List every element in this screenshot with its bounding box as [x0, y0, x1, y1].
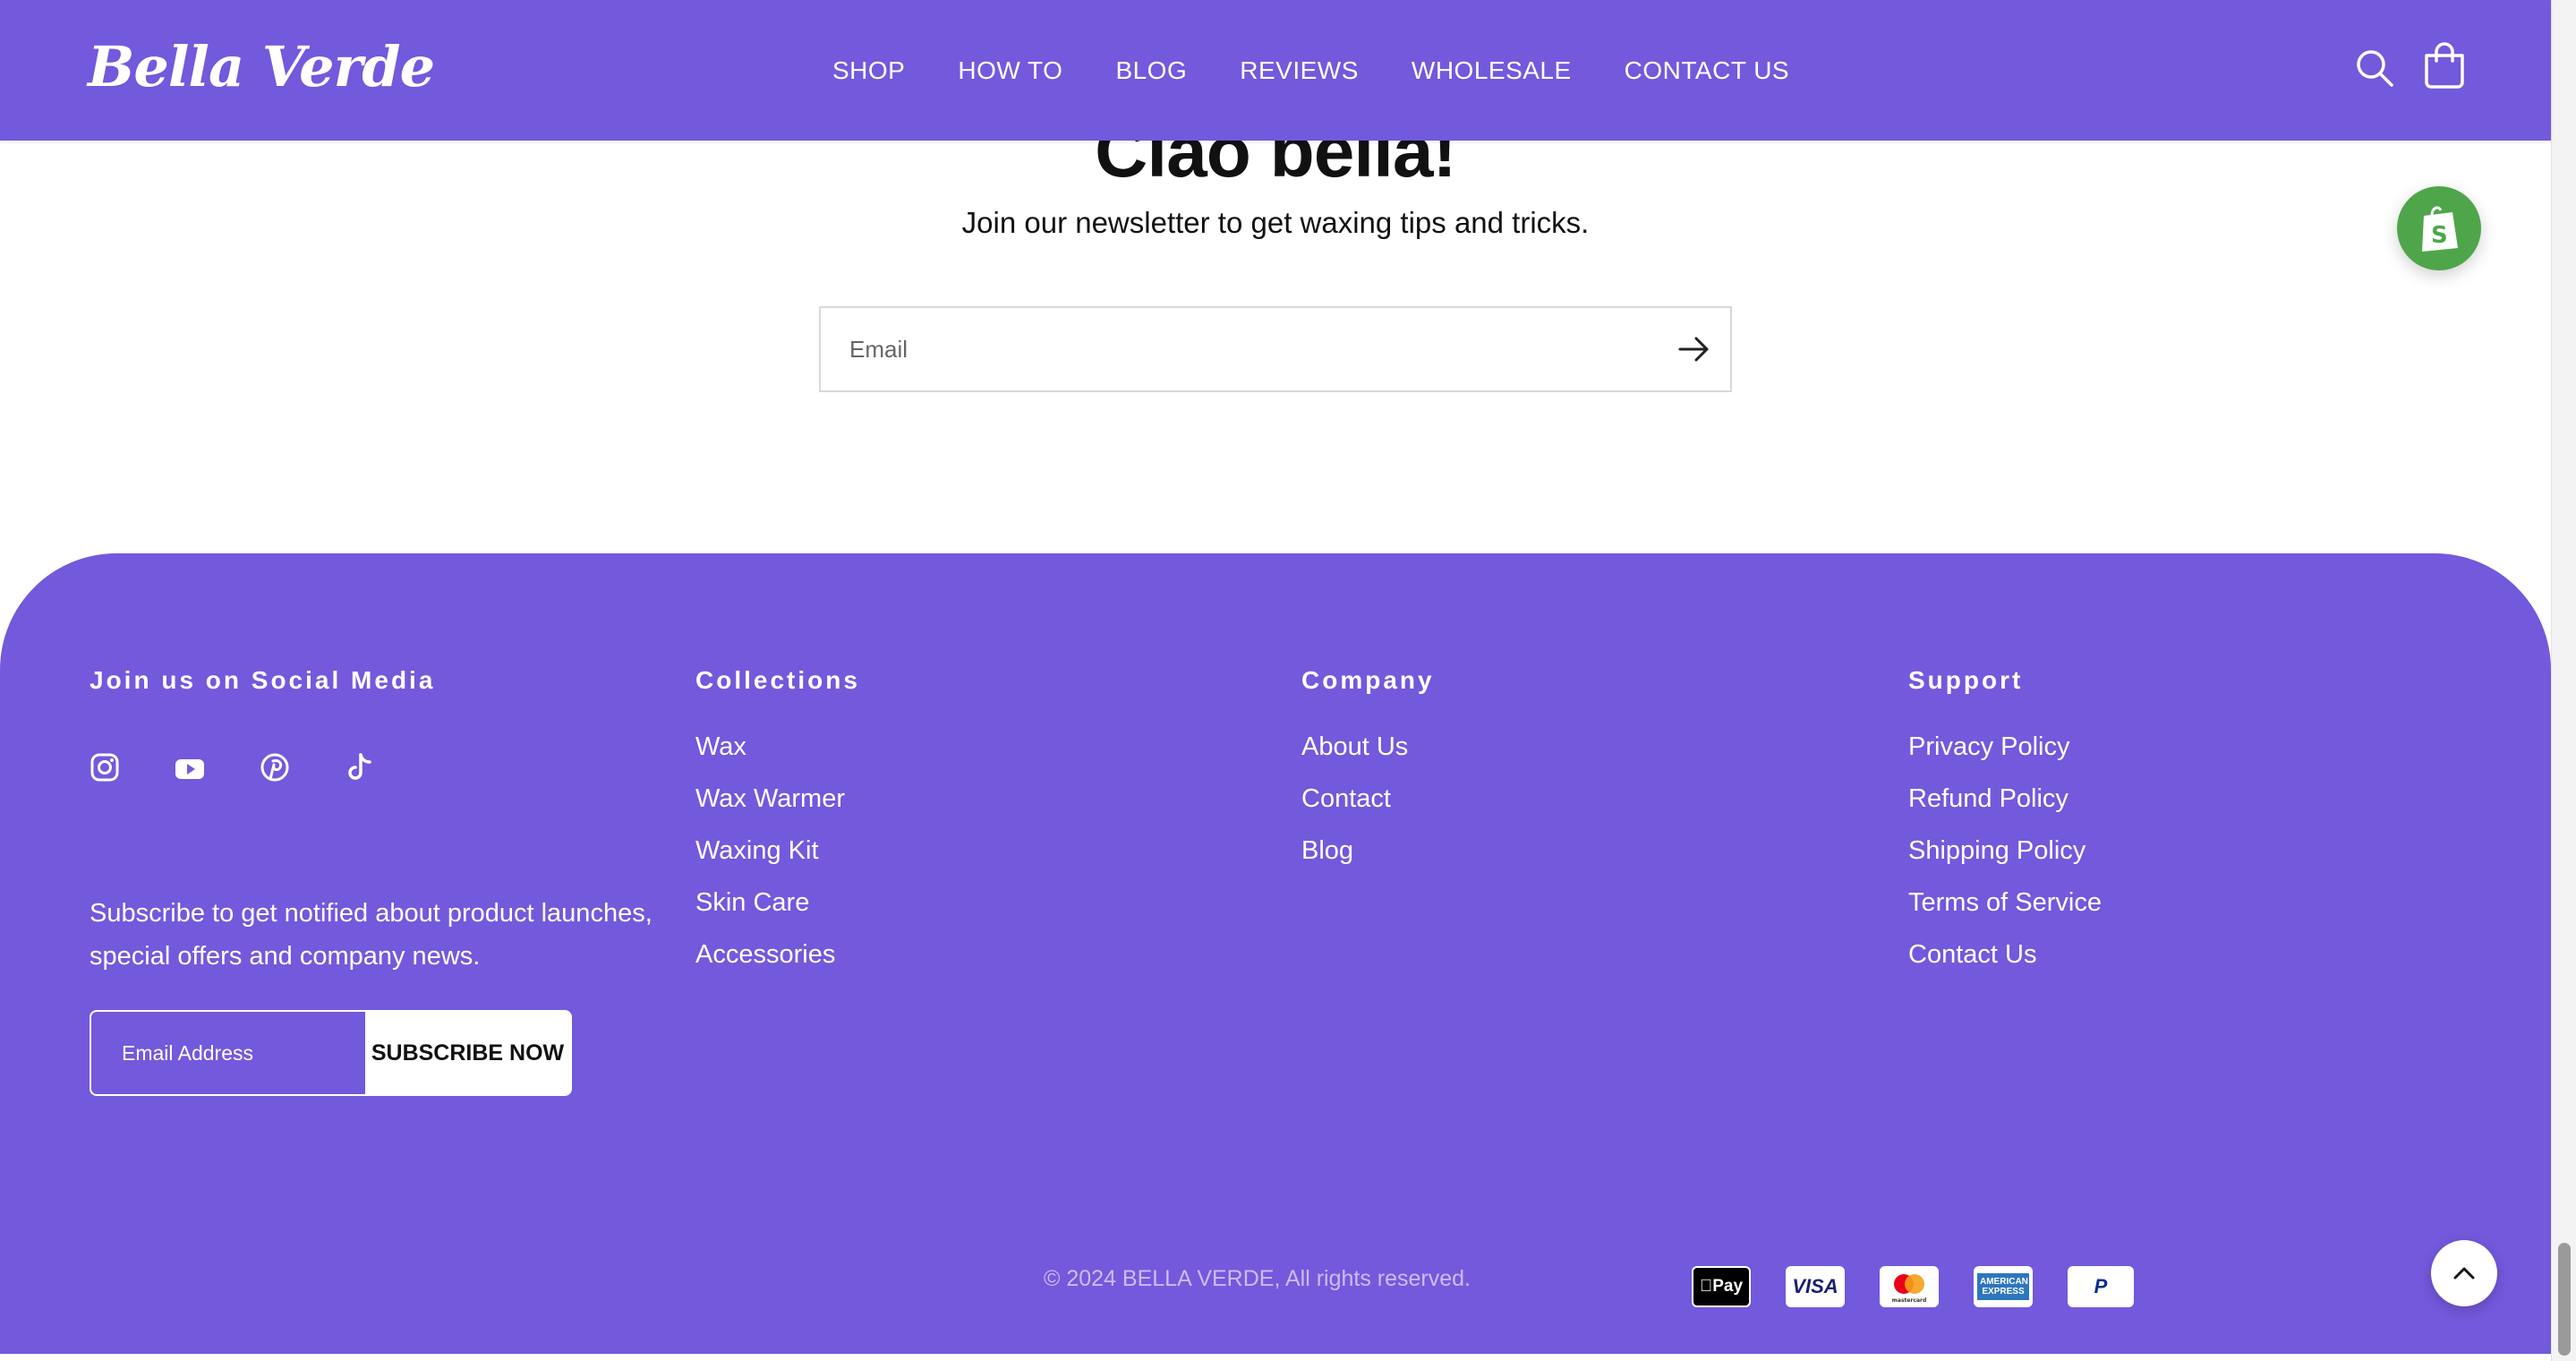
mastercard-label: mastercard [1892, 1297, 1927, 1304]
support-title: Support [1908, 666, 2024, 694]
subscribe-now-button[interactable]: SUBSCRIBE NOW [365, 1012, 570, 1094]
footer-link-wax-warmer[interactable]: Wax Warmer [695, 784, 845, 813]
footer-link-shipping-policy[interactable]: Shipping Policy [1908, 836, 2086, 865]
scrollbar-thumb[interactable] [2558, 1243, 2571, 1356]
apple-pay-icon: Pay [1692, 1266, 1751, 1307]
subscribe-description: Subscribe to get notified about product … [90, 899, 653, 971]
page-scrollbar[interactable] [2551, 0, 2576, 1361]
list-item: Terms of Service [1908, 888, 2102, 940]
company-title: Company [1301, 666, 1435, 694]
search-icon[interactable] [2354, 47, 2395, 89]
mastercard-icon: mastercard [1880, 1266, 1939, 1307]
newsletter-subtitle: Join our newsletter to get waxing tips a… [961, 206, 1590, 239]
footer-subscribe-form: SUBSCRIBE NOW [90, 1010, 572, 1096]
footer-link-terms-of-service[interactable]: Terms of Service [1908, 888, 2102, 917]
newsletter-email-input[interactable] [849, 308, 1637, 390]
social-links [90, 752, 375, 783]
tiktok-icon[interactable] [345, 752, 375, 783]
footer-link-contact-us[interactable]: Contact Us [1908, 940, 2036, 969]
footer-link-accessories[interactable]: Accessories [695, 940, 835, 969]
cart-icon[interactable] [2422, 41, 2467, 90]
newsletter-form [819, 306, 1732, 392]
paypal-label: P [2094, 1275, 2108, 1297]
list-item: Privacy Policy [1908, 732, 2102, 784]
support-links: Privacy Policy Refund Policy Shipping Po… [1908, 732, 2102, 992]
list-item: Skin Care [695, 888, 845, 940]
footer-link-refund-policy[interactable]: Refund Policy [1908, 784, 2068, 813]
company-links: About Us Contact Blog [1301, 732, 1408, 888]
list-item: Blog [1301, 836, 1408, 888]
chevron-up-icon [2453, 1267, 2475, 1280]
nav-wholesale[interactable]: WHOLESALE [1412, 56, 1572, 85]
nav-contact-us[interactable]: CONTACT US [1625, 56, 1789, 85]
site-footer: Join us on Social Media Subscribe to get… [0, 553, 2551, 1354]
amex-icon: AMERICAN EXPRESS [1974, 1266, 2033, 1307]
apple-pay-label: Pay [1706, 1277, 1743, 1296]
svg-text:S: S [2431, 222, 2448, 249]
main-nav: SHOP HOW TO BLOG REVIEWS WHOLESALE CONTA… [832, 0, 1789, 141]
nav-blog[interactable]: BLOG [1115, 56, 1187, 85]
list-item: Waxing Kit [695, 836, 845, 888]
visa-label: VISA [1792, 1275, 1838, 1297]
visa-icon: VISA [1786, 1266, 1845, 1307]
collections-links: Wax Wax Warmer Waxing Kit Skin Care Acce… [695, 732, 845, 992]
copyright-text: © 2024 BELLA VERDE, All rights reserved. [1044, 1266, 1471, 1291]
footer-link-waxing-kit[interactable]: Waxing Kit [695, 836, 819, 865]
shopify-bag-icon: S [2422, 206, 2458, 252]
footer-link-about-us[interactable]: About Us [1301, 732, 1408, 761]
footer-link-blog[interactable]: Blog [1301, 836, 1353, 865]
list-item: Accessories [695, 940, 845, 992]
nav-shop[interactable]: SHOP [832, 56, 905, 85]
list-item: Refund Policy [1908, 784, 2102, 836]
list-item: Contact Us [1908, 940, 2102, 992]
paypal-icon: P [2068, 1266, 2134, 1307]
nav-how-to[interactable]: HOW TO [958, 56, 1062, 85]
back-to-top-button[interactable] [2431, 1240, 2497, 1306]
social-title: Join us on Social Media [90, 666, 436, 694]
payment-methods: Pay VISA mastercard AMERICAN EXPRESS P [1692, 1266, 2134, 1307]
footer-link-contact[interactable]: Contact [1301, 784, 1391, 813]
mastercard-circles: mastercard [1892, 1274, 1927, 1304]
list-item: Wax Warmer [695, 784, 845, 836]
footer-link-skin-care[interactable]: Skin Care [695, 888, 809, 917]
pinterest-icon[interactable] [260, 752, 290, 783]
list-item: Shipping Policy [1908, 836, 2102, 888]
collections-title: Collections [695, 666, 860, 694]
footer-email-input[interactable] [91, 1012, 365, 1094]
arrow-right-icon[interactable] [1676, 333, 1712, 365]
footer-link-wax[interactable]: Wax [695, 732, 746, 761]
footer-link-privacy-policy[interactable]: Privacy Policy [1908, 732, 2070, 761]
list-item: Contact [1301, 784, 1408, 836]
list-item: About Us [1301, 732, 1408, 784]
nav-reviews[interactable]: REVIEWS [1240, 56, 1359, 85]
list-item: Wax [695, 732, 845, 784]
site-header: Bella Verde SHOP HOW TO BLOG REVIEWS WHO… [0, 0, 2551, 141]
logo[interactable]: Bella Verde [88, 27, 435, 107]
youtube-icon[interactable] [175, 752, 205, 783]
shopify-chat-button[interactable]: S [2397, 186, 2481, 270]
instagram-icon[interactable] [90, 752, 120, 783]
amex-label: AMERICAN EXPRESS [1977, 1273, 2029, 1300]
